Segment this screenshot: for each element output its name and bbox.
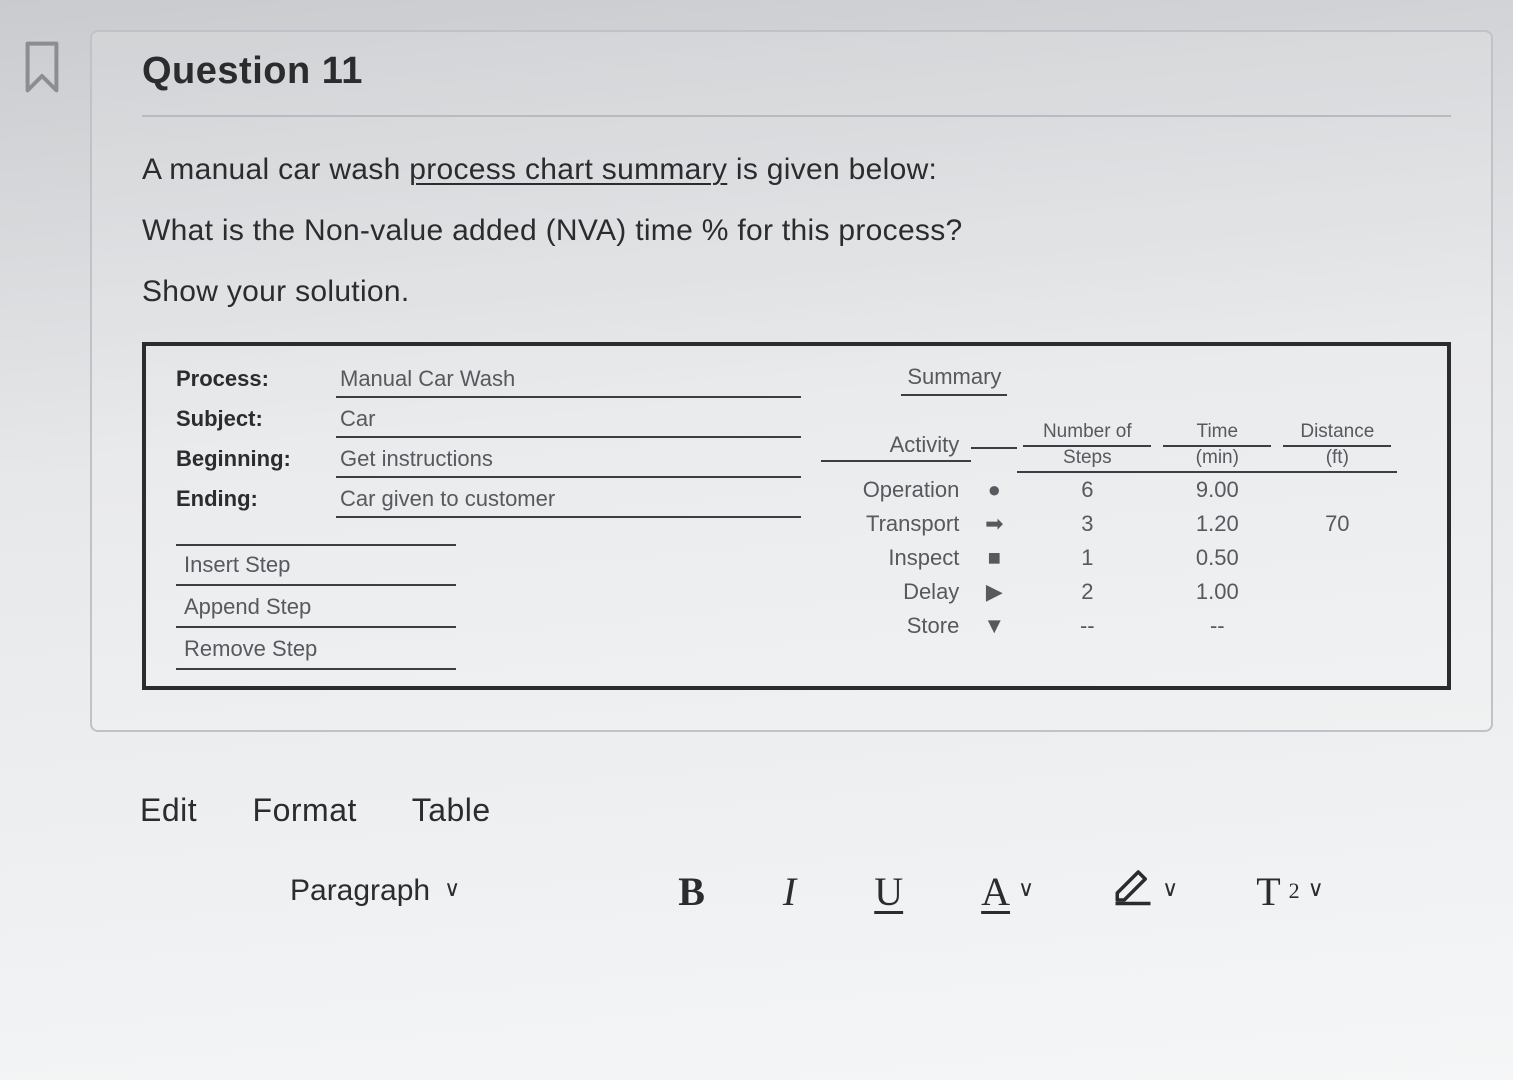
process-chart-summary: Process: Manual Car Wash Subject: Car Be… <box>142 342 1451 690</box>
menu-format[interactable]: Format <box>253 792 357 828</box>
bold-button[interactable]: B <box>678 868 705 915</box>
text: A manual car wash <box>142 153 409 186</box>
menu-table[interactable]: Table <box>412 792 491 828</box>
col-icon <box>971 441 1017 449</box>
chevron-down-icon: ∨ <box>1018 876 1034 902</box>
meta-row-subject: Subject: Car <box>176 404 801 438</box>
cell-activity: Inspect <box>821 541 971 575</box>
cell-activity: Delay <box>821 575 971 609</box>
cell-distance: 70 <box>1277 507 1397 541</box>
question-title: Question 11 <box>142 32 1451 115</box>
cell-distance <box>1277 486 1397 494</box>
bookmark-icon[interactable] <box>20 40 64 94</box>
cell-time: 1.00 <box>1157 575 1277 609</box>
activity-icon: ▶ <box>971 575 1017 609</box>
summary-row: Inspect■10.50 <box>821 541 1417 575</box>
meta-label: Process: <box>176 366 336 392</box>
question-body: A manual car wash process chart summary … <box>142 147 1451 690</box>
col-activity: Activity <box>821 428 971 462</box>
remove-step-button[interactable]: Remove Step <box>176 630 456 670</box>
text: Number of <box>1023 422 1151 443</box>
chevron-down-icon: ∨ <box>444 876 460 902</box>
question-line-1: A manual car wash process chart summary … <box>142 147 1451 192</box>
text-color-button[interactable]: A ∨ <box>981 868 1034 915</box>
divider <box>142 115 1451 117</box>
cell-steps: -- <box>1017 609 1157 643</box>
italic-button[interactable]: I <box>783 868 796 915</box>
step-buttons: Insert Step Append Step Remove Step <box>176 544 801 670</box>
meta-value: Car <box>336 404 801 438</box>
text: is given below: <box>727 153 937 186</box>
activity-icon: ■ <box>971 541 1017 575</box>
activity-icon: ▼ <box>971 609 1017 643</box>
chevron-down-icon: ∨ <box>1308 876 1324 902</box>
meta-row-beginning: Beginning: Get instructions <box>176 444 801 478</box>
superscript-button[interactable]: T2 ∨ <box>1256 868 1324 915</box>
text: T <box>1256 868 1280 915</box>
paragraph-label: Paragraph <box>290 874 430 908</box>
underline-button[interactable]: U <box>874 868 903 915</box>
question-line-3: Show your solution. <box>142 269 1451 314</box>
col-distance: Distance (ft) <box>1277 418 1397 473</box>
question-card: Question 11 A manual car wash process ch… <box>90 30 1493 732</box>
meta-label: Ending: <box>176 486 336 512</box>
meta-value: Car given to customer <box>336 484 801 518</box>
cell-steps: 6 <box>1017 473 1157 507</box>
cell-time: 0.50 <box>1157 541 1277 575</box>
cell-time: -- <box>1157 609 1277 643</box>
chart-meta: Process: Manual Car Wash Subject: Car Be… <box>176 364 821 672</box>
activity-icon: ● <box>971 473 1017 507</box>
cell-distance <box>1277 622 1397 630</box>
text: Steps <box>1023 445 1151 469</box>
cell-activity: Store <box>821 609 971 643</box>
text-color-label: A <box>981 868 1010 915</box>
summary-table: Activity Number of Steps Time (min) Dist… <box>821 418 1417 643</box>
meta-value: Get instructions <box>336 444 801 478</box>
editor-menu: Edit Format Table <box>140 792 1493 829</box>
pen-icon <box>1112 865 1154 917</box>
insert-step-button[interactable]: Insert Step <box>176 544 456 586</box>
menu-edit[interactable]: Edit <box>140 792 197 828</box>
cell-steps: 2 <box>1017 575 1157 609</box>
meta-label: Subject: <box>176 406 336 432</box>
chart-summary: Summary Activity Number of Steps Time (m… <box>821 364 1417 672</box>
cell-distance <box>1277 554 1397 562</box>
text: (ft) <box>1283 445 1391 469</box>
paragraph-select[interactable]: Paragraph ∨ <box>290 874 460 908</box>
cell-steps: 1 <box>1017 541 1157 575</box>
chevron-down-icon: ∨ <box>1162 876 1178 902</box>
question-line-2: What is the Non-value added (NVA) time %… <box>142 208 1451 253</box>
activity-icon: ➡ <box>971 507 1017 541</box>
cell-distance <box>1277 588 1397 596</box>
col-steps: Number of Steps <box>1017 418 1157 473</box>
meta-value: Manual Car Wash <box>336 364 801 398</box>
cell-activity: Transport <box>821 507 971 541</box>
text: Time <box>1163 422 1271 443</box>
cell-activity: Operation <box>821 473 971 507</box>
highlight-button[interactable]: ∨ <box>1112 865 1178 917</box>
summary-row: Transport➡31.2070 <box>821 507 1417 541</box>
summary-row: Delay▶21.00 <box>821 575 1417 609</box>
meta-label: Beginning: <box>176 446 336 472</box>
cell-steps: 3 <box>1017 507 1157 541</box>
text: Distance <box>1283 422 1391 443</box>
text: (min) <box>1163 445 1271 469</box>
text: 2 <box>1289 878 1300 904</box>
underlined-text: process chart summary <box>409 153 727 186</box>
summary-title: Summary <box>901 364 1007 396</box>
meta-row-process: Process: Manual Car Wash <box>176 364 801 398</box>
col-time: Time (min) <box>1157 418 1277 473</box>
editor-toolbar: Paragraph ∨ B I U A ∨ ∨ T2 ∨ <box>140 865 1493 917</box>
cell-time: 9.00 <box>1157 473 1277 507</box>
cell-time: 1.20 <box>1157 507 1277 541</box>
append-step-button[interactable]: Append Step <box>176 588 456 628</box>
answer-editor: Edit Format Table Paragraph ∨ B I U A ∨ … <box>140 792 1493 917</box>
summary-header-row: Activity Number of Steps Time (min) Dist… <box>821 418 1417 473</box>
summary-row: Operation●69.00 <box>821 473 1417 507</box>
meta-row-ending: Ending: Car given to customer <box>176 484 801 518</box>
summary-row: Store▼---- <box>821 609 1417 643</box>
